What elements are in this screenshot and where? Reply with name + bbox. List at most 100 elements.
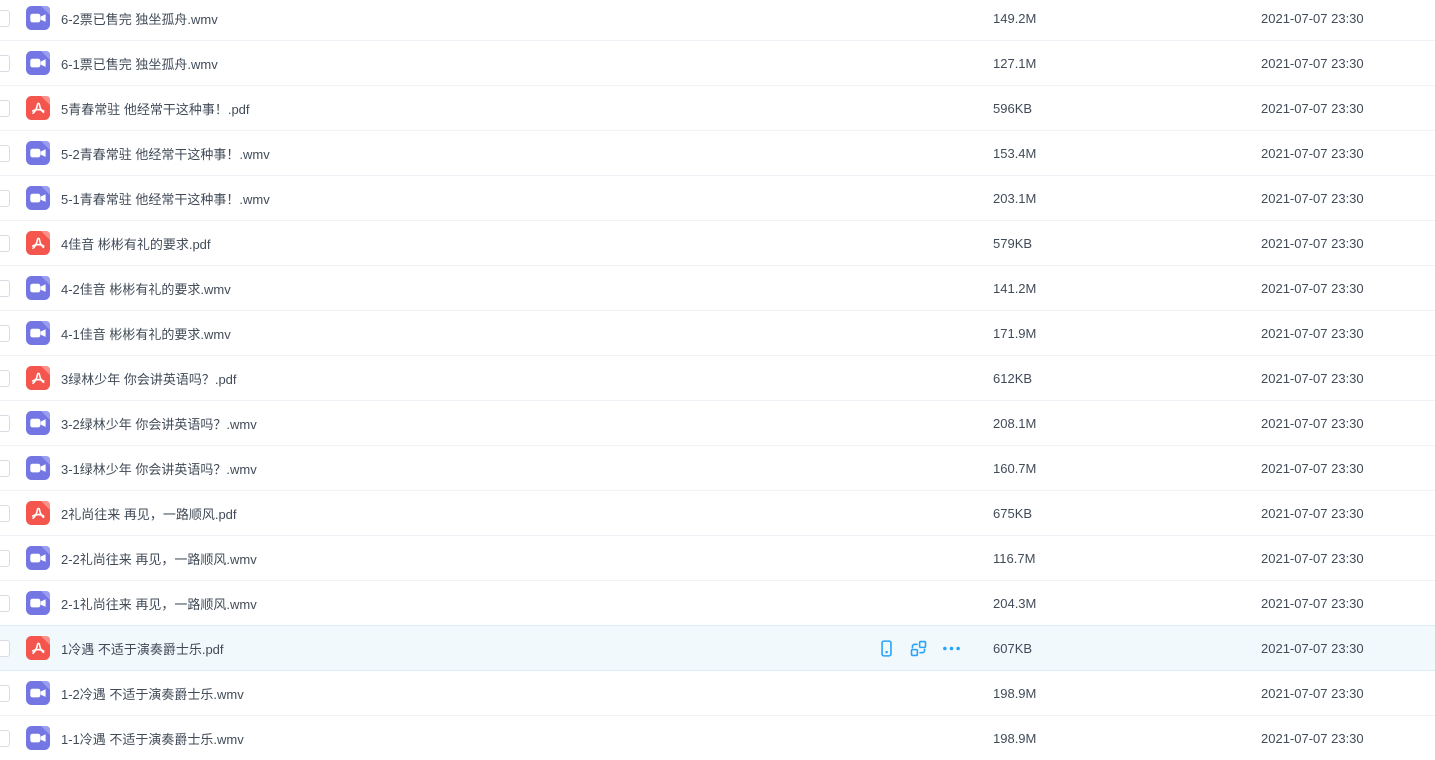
- file-row[interactable]: 3-2绿林少年 你会讲英语吗？.wmv 208.1M 2021-07-07 23…: [0, 400, 1435, 445]
- file-row[interactable]: 4-1佳音 彬彬有礼的要求.wmv 171.9M 2021-07-07 23:3…: [0, 310, 1435, 355]
- row-checkbox[interactable]: [0, 145, 10, 162]
- file-size: 198.9M: [993, 731, 1261, 746]
- file-name[interactable]: 5-1青春常驻 他经常干这种事！.wmv: [61, 189, 993, 208]
- file-row[interactable]: 4佳音 彬彬有礼的要求.pdf 579KB 2021-07-07 23:30: [0, 220, 1435, 265]
- file-name[interactable]: 4-1佳音 彬彬有礼的要求.wmv: [61, 324, 993, 343]
- pdf-file-icon: [26, 366, 50, 390]
- row-checkbox[interactable]: [0, 550, 10, 567]
- pdf-file-icon: [26, 636, 50, 660]
- file-name[interactable]: 3绿林少年 你会讲英语吗？.pdf: [61, 369, 993, 388]
- file-name[interactable]: 6-1票已售完 独坐孤舟.wmv: [61, 54, 993, 73]
- row-checkbox[interactable]: [0, 190, 10, 207]
- pdf-file-icon: [26, 231, 50, 255]
- row-checkbox[interactable]: [0, 325, 10, 342]
- file-size: 171.9M: [993, 326, 1261, 341]
- file-size: 607KB: [993, 641, 1261, 656]
- file-name[interactable]: 1-2冷遇 不适于演奏爵士乐.wmv: [61, 684, 993, 703]
- row-checkbox[interactable]: [0, 280, 10, 297]
- pdf-file-icon: [26, 501, 50, 525]
- file-size: 612KB: [993, 371, 1261, 386]
- file-row[interactable]: 1-2冷遇 不适于演奏爵士乐.wmv 198.9M 2021-07-07 23:…: [0, 670, 1435, 715]
- file-row[interactable]: 3-1绿林少年 你会讲英语吗？.wmv 160.7M 2021-07-07 23…: [0, 445, 1435, 490]
- video-file-icon: [26, 186, 50, 210]
- file-row[interactable]: 2礼尚往来 再见，一路顺风.pdf 675KB 2021-07-07 23:30: [0, 490, 1435, 535]
- row-checkbox[interactable]: [0, 235, 10, 252]
- row-checkbox[interactable]: [0, 730, 10, 747]
- file-row[interactable]: 2-2礼尚往来 再见，一路顺风.wmv 116.7M 2021-07-07 23…: [0, 535, 1435, 580]
- file-name[interactable]: 3-1绿林少年 你会讲英语吗？.wmv: [61, 459, 993, 478]
- file-size: 141.2M: [993, 281, 1261, 296]
- file-size: 596KB: [993, 101, 1261, 116]
- file-name[interactable]: 4佳音 彬彬有礼的要求.pdf: [61, 234, 993, 253]
- file-modified-date: 2021-07-07 23:30: [1261, 146, 1435, 161]
- file-size: 116.7M: [993, 551, 1261, 566]
- file-size: 208.1M: [993, 416, 1261, 431]
- file-modified-date: 2021-07-07 23:30: [1261, 686, 1435, 701]
- video-file-icon: [26, 681, 50, 705]
- file-modified-date: 2021-07-07 23:30: [1261, 461, 1435, 476]
- file-name[interactable]: 1-1冷遇 不适于演奏爵士乐.wmv: [61, 729, 993, 748]
- row-checkbox[interactable]: [0, 505, 10, 522]
- row-checkbox[interactable]: [0, 370, 10, 387]
- file-modified-date: 2021-07-07 23:30: [1261, 11, 1435, 26]
- file-row[interactable]: 3绿林少年 你会讲英语吗？.pdf 612KB 2021-07-07 23:30: [0, 355, 1435, 400]
- file-name[interactable]: 6-2票已售完 独坐孤舟.wmv: [61, 9, 993, 28]
- file-name[interactable]: 3-2绿林少年 你会讲英语吗？.wmv: [61, 414, 993, 433]
- row-checkbox[interactable]: [0, 100, 10, 117]
- file-size: 127.1M: [993, 56, 1261, 71]
- row-checkbox[interactable]: [0, 10, 10, 27]
- video-file-icon: [26, 546, 50, 570]
- file-modified-date: 2021-07-07 23:30: [1261, 191, 1435, 206]
- file-row[interactable]: 5-2青春常驻 他经常干这种事！.wmv 153.4M 2021-07-07 2…: [0, 130, 1435, 175]
- file-name[interactable]: 2-2礼尚往来 再见，一路顺风.wmv: [61, 549, 993, 568]
- row-checkbox[interactable]: [0, 640, 10, 657]
- file-size: 198.9M: [993, 686, 1261, 701]
- row-hover-actions: [878, 626, 961, 671]
- file-modified-date: 2021-07-07 23:30: [1261, 731, 1435, 746]
- file-modified-date: 2021-07-07 23:30: [1261, 551, 1435, 566]
- file-modified-date: 2021-07-07 23:30: [1261, 371, 1435, 386]
- file-list: 6-2票已售完 独坐孤舟.wmv 149.2M 2021-07-07 23:30…: [0, 0, 1435, 760]
- file-modified-date: 2021-07-07 23:30: [1261, 596, 1435, 611]
- row-checkbox[interactable]: [0, 685, 10, 702]
- video-file-icon: [26, 591, 50, 615]
- transfer-icon[interactable]: [910, 640, 927, 657]
- file-row[interactable]: 5-1青春常驻 他经常干这种事！.wmv 203.1M 2021-07-07 2…: [0, 175, 1435, 220]
- video-file-icon: [26, 141, 50, 165]
- file-modified-date: 2021-07-07 23:30: [1261, 416, 1435, 431]
- file-name[interactable]: 4-2佳音 彬彬有礼的要求.wmv: [61, 279, 993, 298]
- file-modified-date: 2021-07-07 23:30: [1261, 236, 1435, 251]
- file-row[interactable]: 2-1礼尚往来 再见，一路顺风.wmv 204.3M 2021-07-07 23…: [0, 580, 1435, 625]
- file-name[interactable]: 2礼尚往来 再见，一路顺风.pdf: [61, 504, 993, 523]
- file-row[interactable]: 1-1冷遇 不适于演奏爵士乐.wmv 198.9M 2021-07-07 23:…: [0, 715, 1435, 760]
- file-size: 203.1M: [993, 191, 1261, 206]
- row-checkbox[interactable]: [0, 415, 10, 432]
- file-name[interactable]: 2-1礼尚往来 再见，一路顺风.wmv: [61, 594, 993, 613]
- file-size: 153.4M: [993, 146, 1261, 161]
- file-row[interactable]: 5青春常驻 他经常干这种事！.pdf 596KB 2021-07-07 23:3…: [0, 85, 1435, 130]
- phone-icon[interactable]: [878, 640, 895, 657]
- file-row[interactable]: 6-2票已售完 独坐孤舟.wmv 149.2M 2021-07-07 23:30: [0, 0, 1435, 40]
- file-size: 149.2M: [993, 11, 1261, 26]
- video-file-icon: [26, 51, 50, 75]
- row-checkbox[interactable]: [0, 595, 10, 612]
- file-size: 160.7M: [993, 461, 1261, 476]
- file-modified-date: 2021-07-07 23:30: [1261, 101, 1435, 116]
- more-actions-icon[interactable]: [942, 640, 961, 657]
- video-file-icon: [26, 726, 50, 750]
- file-row[interactable]: 6-1票已售完 独坐孤舟.wmv 127.1M 2021-07-07 23:30: [0, 40, 1435, 85]
- video-file-icon: [26, 321, 50, 345]
- file-modified-date: 2021-07-07 23:30: [1261, 641, 1435, 656]
- file-row[interactable]: 1冷遇 不适于演奏爵士乐.pdf: [0, 625, 1435, 670]
- file-size: 675KB: [993, 506, 1261, 521]
- video-file-icon: [26, 456, 50, 480]
- file-row[interactable]: 4-2佳音 彬彬有礼的要求.wmv 141.2M 2021-07-07 23:3…: [0, 265, 1435, 310]
- row-checkbox[interactable]: [0, 460, 10, 477]
- file-modified-date: 2021-07-07 23:30: [1261, 326, 1435, 341]
- file-name[interactable]: 5青春常驻 他经常干这种事！.pdf: [61, 99, 993, 118]
- video-file-icon: [26, 411, 50, 435]
- file-name[interactable]: 5-2青春常驻 他经常干这种事！.wmv: [61, 144, 993, 163]
- row-checkbox[interactable]: [0, 55, 10, 72]
- file-size: 204.3M: [993, 596, 1261, 611]
- file-name[interactable]: 1冷遇 不适于演奏爵士乐.pdf: [61, 639, 993, 658]
